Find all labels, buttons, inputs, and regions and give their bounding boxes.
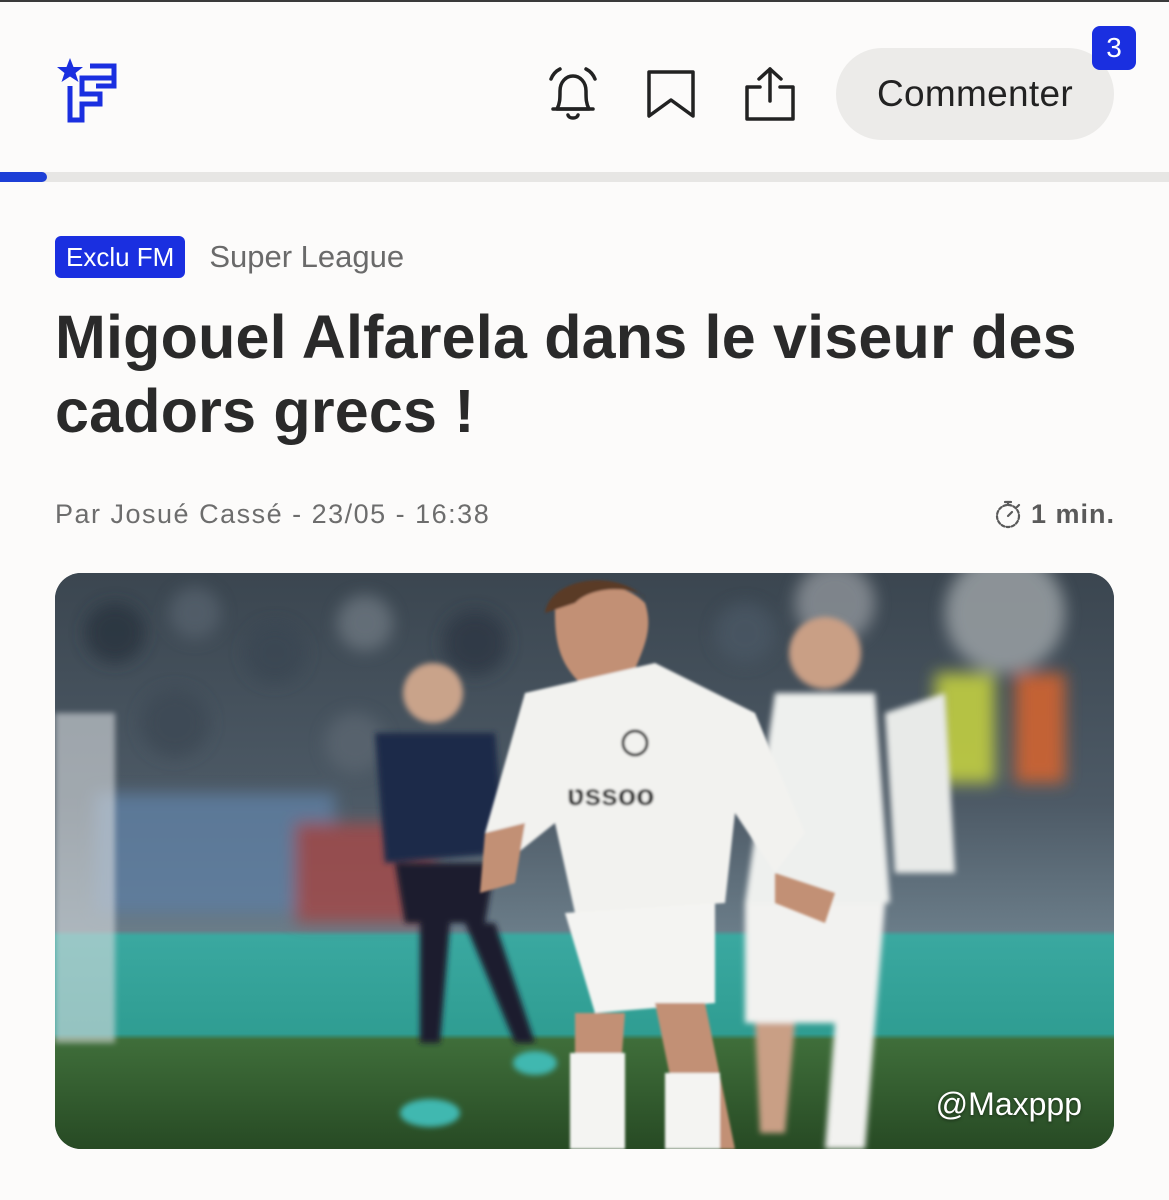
article-tags: Exclu FM Super League [55, 236, 404, 278]
bookmark-icon[interactable] [641, 62, 701, 126]
stopwatch-icon [995, 500, 1021, 529]
football-players-photo: ʋssoo [55, 573, 1114, 1149]
read-time: 1 min. [993, 499, 1115, 530]
app-header: Commenter 3 [0, 2, 1169, 172]
reading-progress-bar [0, 172, 1169, 182]
article-title: Migouel Alfarela dans le viseur des cado… [55, 303, 1077, 445]
article-byline: Par Josué Cassé - 23/05 - 16:38 [55, 498, 491, 529]
article-page: Commenter 3 Exclu FM Super League Migoue… [0, 0, 1169, 1200]
svg-text:ʋssoo: ʋssoo [567, 779, 654, 812]
footmercato-logo-icon[interactable] [56, 56, 120, 124]
comment-button-label: Commenter [877, 73, 1073, 114]
photo-credit: @Maxppp [935, 1086, 1082, 1122]
comment-count-badge: 3 [1092, 26, 1136, 70]
reading-progress-fill [0, 172, 47, 182]
share-icon[interactable] [740, 62, 800, 126]
bell-icon[interactable] [543, 62, 603, 126]
read-time-label: 1 min. [1030, 498, 1115, 529]
article-meta: Par Josué Cassé - 23/05 - 16:38 1 min. [55, 494, 1115, 534]
article-hero-image[interactable]: ʋssoo @Maxppp [55, 573, 1114, 1149]
category-tag[interactable]: Super League [209, 239, 404, 275]
exclusive-tag[interactable]: Exclu FM [55, 236, 186, 278]
comment-button[interactable]: Commenter [836, 48, 1114, 140]
